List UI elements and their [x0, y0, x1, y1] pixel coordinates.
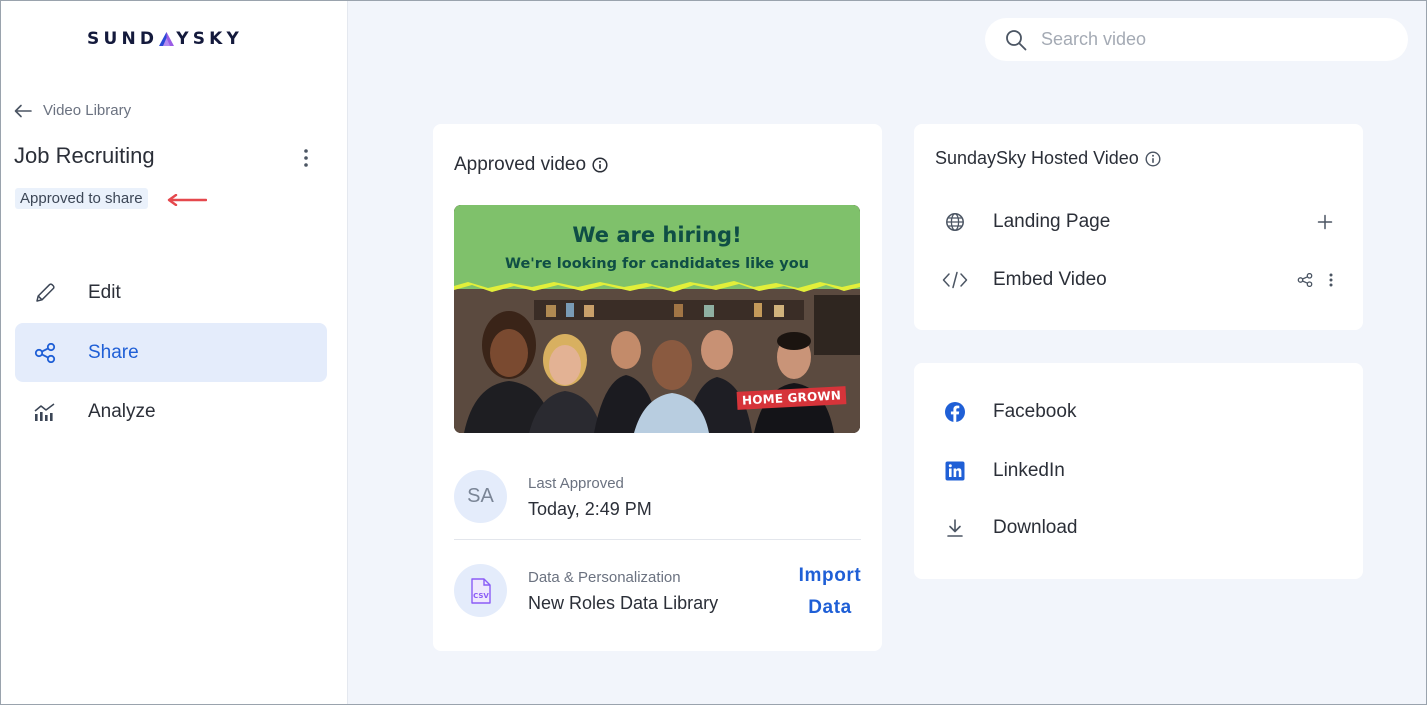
- logo-text-left: SUND: [87, 29, 159, 49]
- nav-item-analyze[interactable]: Analyze: [15, 382, 327, 441]
- embed-more-menu-button[interactable]: [1329, 273, 1333, 287]
- import-line-1: Import: [798, 565, 862, 586]
- video-thumbnail[interactable]: We are hiring! We're looking for candida…: [454, 205, 860, 433]
- main-content: Approved video: [348, 1, 1426, 704]
- download-row[interactable]: Download: [935, 508, 1345, 548]
- globe-icon: [935, 212, 975, 232]
- embed-video-row[interactable]: Embed Video: [935, 260, 1345, 300]
- approved-video-card: Approved video We are hiring! We're look…: [433, 124, 882, 651]
- analytics-icon: [15, 402, 75, 422]
- code-icon: [935, 271, 975, 289]
- video-subheadline: We're looking for candidates like you: [505, 256, 809, 272]
- back-to-library-link[interactable]: Video Library: [14, 102, 131, 119]
- social-share-card: Facebook LinkedIn Download: [914, 363, 1363, 579]
- logo-triangle-icon: [159, 31, 175, 46]
- info-icon[interactable]: [592, 157, 608, 173]
- approved-video-title: Approved video: [454, 154, 587, 175]
- project-title: Job Recruiting: [14, 143, 155, 168]
- embed-video-label: Embed Video: [993, 269, 1107, 290]
- landing-page-row[interactable]: Landing Page: [935, 202, 1345, 242]
- torn-paper-edge: [454, 279, 860, 292]
- import-data-button[interactable]: Import Data: [793, 560, 867, 624]
- arrow-left-icon: [14, 104, 32, 117]
- share-icon: [1297, 273, 1313, 287]
- plus-icon: [1317, 214, 1333, 230]
- share-icon: [15, 342, 75, 363]
- linkedin-label: LinkedIn: [993, 460, 1065, 481]
- more-vertical-icon: [304, 149, 308, 167]
- linkedin-icon: [935, 461, 975, 481]
- facebook-icon: [935, 401, 975, 423]
- nav-label-edit: Edit: [88, 281, 121, 303]
- import-line-2: Data: [808, 597, 852, 618]
- video-headline-banner: [454, 205, 860, 289]
- nav-label-analyze: Analyze: [88, 400, 156, 422]
- sundaysky-logo: SUND YSKY: [87, 29, 243, 49]
- search-bar: [985, 18, 1408, 61]
- back-label: Video Library: [43, 102, 132, 119]
- status-badge: Approved to share: [15, 188, 148, 209]
- linkedin-row[interactable]: LinkedIn: [935, 451, 1345, 491]
- more-vertical-icon: [1329, 273, 1333, 287]
- embed-video-actions: [1297, 273, 1333, 287]
- last-approved-label: Last Approved: [528, 475, 624, 492]
- pencil-icon: [15, 282, 75, 304]
- data-personalization-label: Data & Personalization: [528, 569, 681, 586]
- annotation-arrow-icon: [167, 194, 207, 206]
- last-approved-value: Today, 2:49 PM: [528, 499, 652, 519]
- sidebar: SUND YSKY Video Library Job Recruiting A…: [1, 1, 348, 704]
- hosted-video-title-row: SundaySky Hosted Video: [935, 148, 1161, 169]
- download-icon: [935, 518, 975, 538]
- info-icon[interactable]: [1145, 150, 1161, 167]
- app-window: SUND YSKY Video Library Job Recruiting A…: [0, 0, 1427, 705]
- csv-file-icon: CSV: [454, 564, 507, 617]
- approved-video-title-row: Approved video: [454, 154, 608, 176]
- project-more-menu-button[interactable]: [297, 147, 315, 169]
- avatar: SA: [454, 470, 507, 523]
- share-embed-button[interactable]: [1297, 273, 1313, 287]
- divider: [454, 539, 861, 540]
- landing-page-actions: [1317, 214, 1333, 230]
- search-input[interactable]: [1041, 29, 1381, 50]
- download-label: Download: [993, 517, 1078, 538]
- hosted-video-title: SundaySky Hosted Video: [935, 148, 1139, 168]
- landing-page-label: Landing Page: [993, 211, 1111, 232]
- data-library-name: New Roles Data Library: [528, 593, 719, 613]
- csv-icon-text: CSV: [473, 592, 489, 600]
- logo-text-right: YSKY: [176, 29, 244, 49]
- facebook-label: Facebook: [993, 401, 1077, 422]
- search-icon: [1006, 29, 1027, 50]
- facebook-row[interactable]: Facebook: [935, 392, 1345, 432]
- nav-item-edit[interactable]: Edit: [15, 263, 327, 322]
- nav-item-share[interactable]: Share: [15, 323, 327, 382]
- hosted-video-card: SundaySky Hosted Video Landing Page Embe…: [914, 124, 1363, 330]
- video-headline: We are hiring!: [572, 223, 742, 247]
- nav-label-share: Share: [88, 341, 139, 363]
- add-landing-page-button[interactable]: [1317, 214, 1333, 230]
